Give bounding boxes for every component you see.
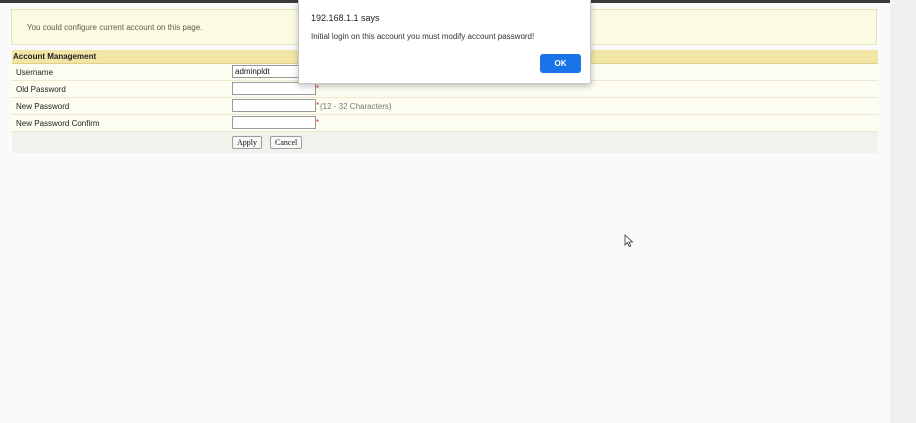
dialog-message: Initial login on this account you must m… (311, 32, 535, 41)
new-password-confirm-label: New Password Confirm (16, 119, 100, 128)
username-label: Username (16, 68, 53, 77)
button-row: Apply Cancel (12, 132, 878, 153)
dialog-title: 192.168.1.1 says (311, 13, 380, 23)
info-text: You could configure current account on t… (27, 23, 203, 32)
ok-button[interactable]: OK (540, 54, 581, 73)
new-password-confirm-row: New Password Confirm * (12, 115, 878, 132)
mouse-pointer-icon (624, 234, 634, 248)
required-marker: * (316, 101, 320, 110)
apply-button[interactable]: Apply (232, 136, 262, 149)
cancel-button[interactable]: Cancel (270, 136, 303, 149)
new-password-input[interactable] (232, 99, 316, 112)
old-password-label: Old Password (16, 85, 66, 94)
password-length-hint: (12 - 32 Characters) (320, 102, 392, 111)
new-password-row: New Password * (12 - 32 Characters) (12, 98, 878, 115)
alert-dialog: 192.168.1.1 says Initial login on this a… (298, 0, 591, 84)
new-password-label: New Password (16, 102, 70, 111)
required-marker: * (316, 84, 320, 93)
new-password-confirm-input[interactable] (232, 116, 316, 129)
required-marker: * (316, 118, 320, 127)
right-edge (890, 0, 916, 423)
